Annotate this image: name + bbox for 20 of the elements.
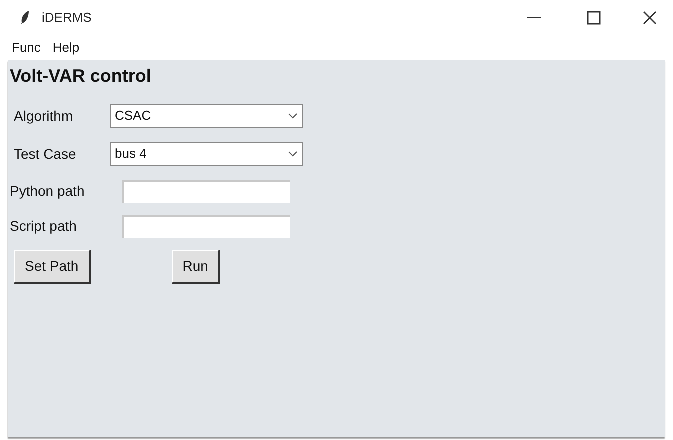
path-field[interactable] xyxy=(122,215,290,238)
menu-item[interactable]: Help xyxy=(46,38,86,58)
action-button[interactable]: Set Path xyxy=(14,250,91,284)
dropdown[interactable]: bus 4 xyxy=(110,142,303,166)
feather-icon xyxy=(20,10,30,26)
dropdown[interactable]: CSAC xyxy=(110,104,303,128)
chevron-icon xyxy=(288,151,298,157)
combo-label: Algorithm xyxy=(13,106,74,126)
field-label: Script path xyxy=(9,217,78,236)
minimize-icon xyxy=(527,17,541,19)
combo-label: Test Case xyxy=(13,144,78,164)
maximize-icon xyxy=(587,11,601,25)
close-icon xyxy=(643,11,657,25)
menu-item[interactable]: Func xyxy=(6,38,47,58)
field-label: Python path xyxy=(9,182,86,201)
action-button[interactable]: Run xyxy=(172,250,220,284)
path-field[interactable] xyxy=(122,180,290,203)
window-title: iDERMS xyxy=(42,9,92,28)
section-heading: Volt-VAR control xyxy=(10,65,152,88)
chevron-icon xyxy=(288,113,298,119)
